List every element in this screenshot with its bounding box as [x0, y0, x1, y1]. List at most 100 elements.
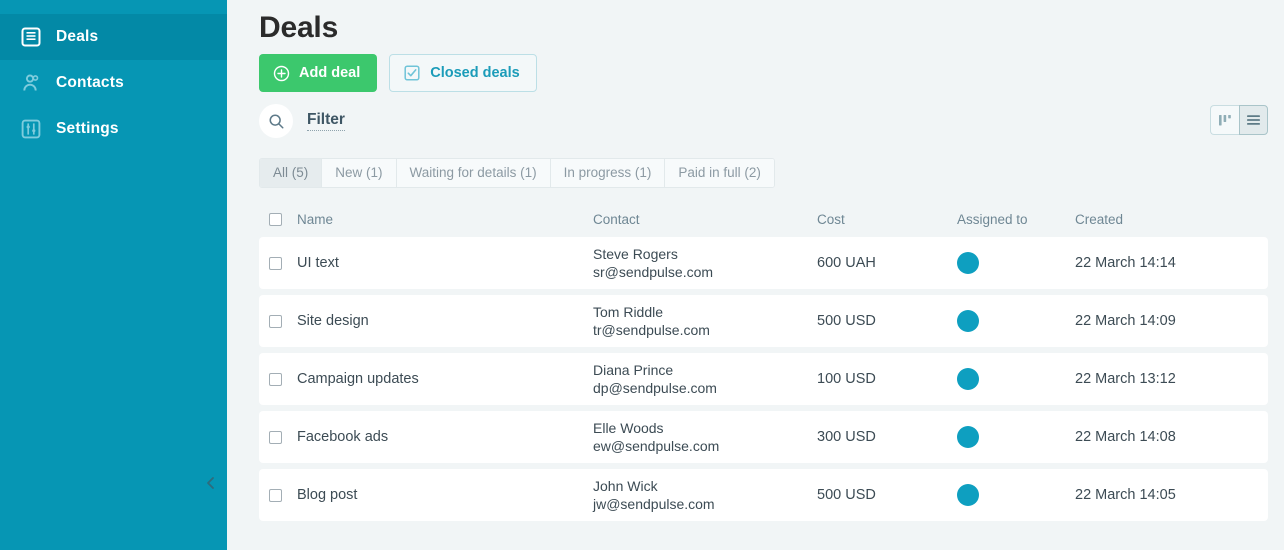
deal-name: Site design: [297, 313, 369, 329]
contact-name: John Wick: [593, 477, 658, 494]
contact-email: jw@sendpulse.com: [593, 495, 715, 512]
row-checkbox[interactable]: [269, 314, 282, 328]
tab-paid-in-full[interactable]: Paid in full (2): [665, 159, 774, 187]
sidebar: Deals Contacts Settings: [0, 0, 227, 550]
list-view-icon: [1246, 114, 1261, 126]
app-root: Deals Contacts Settings Deals Add deal C…: [0, 0, 1284, 550]
deal-created: 22 March 14:05: [1075, 487, 1176, 503]
contact-cell: Tom Riddle tr@sendpulse.com: [593, 303, 817, 340]
assigned-to-cell: [957, 426, 1075, 448]
contact-email: tr@sendpulse.com: [593, 321, 710, 338]
row-checkbox-cell: [269, 488, 297, 502]
contact-name: Elle Woods: [593, 419, 664, 436]
assigned-to-cell: [957, 484, 1075, 506]
kanban-view-button[interactable]: [1210, 105, 1239, 135]
page-title: Deals: [259, 11, 339, 44]
sidebar-item-deals[interactable]: Deals: [0, 14, 227, 60]
row-checkbox-cell: [269, 372, 297, 386]
filter-row: Filter: [259, 104, 1268, 138]
column-header-contact: Contact: [593, 211, 640, 227]
deal-cost: 100 USD: [817, 371, 876, 387]
checkbox-checked-icon: [404, 65, 420, 81]
contact-cell: John Wick jw@sendpulse.com: [593, 477, 817, 514]
sidebar-item-contacts[interactable]: Contacts: [0, 60, 227, 106]
tab-all[interactable]: All (5): [260, 159, 323, 187]
contact-name: Diana Prince: [593, 361, 674, 378]
row-checkbox-cell: [269, 314, 297, 328]
status-tabs: All (5) New (1) Waiting for details (1) …: [259, 158, 775, 188]
table-row[interactable]: UI text Steve Rogers sr@sendpulse.com 60…: [259, 237, 1268, 289]
contact-cell: Elle Woods ew@sendpulse.com: [593, 419, 817, 456]
deal-created: 22 March 14:09: [1075, 313, 1176, 329]
avatar[interactable]: [957, 368, 979, 390]
assigned-to-cell: [957, 310, 1075, 332]
column-header-created: Created: [1075, 211, 1124, 227]
column-header-name: Name: [297, 211, 334, 227]
table-row[interactable]: Site design Tom Riddle tr@sendpulse.com …: [259, 295, 1268, 347]
deal-cost: 300 USD: [817, 429, 876, 445]
deal-cost: 600 UAH: [817, 255, 876, 271]
view-toggle-group: [1210, 105, 1268, 135]
select-all-checkbox-cell: [269, 212, 297, 226]
row-checkbox-cell: [269, 256, 297, 270]
deal-created: 22 March 14:14: [1075, 255, 1176, 271]
tab-in-progress[interactable]: In progress (1): [550, 159, 666, 187]
select-all-checkbox[interactable]: [269, 212, 282, 226]
contacts-user-icon: [20, 72, 42, 94]
row-checkbox[interactable]: [269, 430, 282, 444]
contact-email: ew@sendpulse.com: [593, 437, 720, 454]
row-checkbox[interactable]: [269, 256, 282, 270]
list-view-button[interactable]: [1239, 105, 1268, 135]
avatar[interactable]: [957, 484, 979, 506]
sidebar-item-label: Deals: [56, 28, 99, 45]
closed-deals-button[interactable]: Closed deals: [389, 54, 537, 92]
table-row[interactable]: Campaign updates Diana Prince dp@sendpul…: [259, 353, 1268, 405]
table-row[interactable]: Facebook ads Elle Woods ew@sendpulse.com…: [259, 411, 1268, 463]
sliders-settings-icon: [20, 118, 42, 140]
table-header-row: Name Contact Cost Assigned to Created: [259, 201, 1268, 237]
avatar[interactable]: [957, 252, 979, 274]
deal-cost: 500 USD: [817, 487, 876, 503]
plus-circle-icon: [273, 65, 290, 82]
contact-email: sr@sendpulse.com: [593, 263, 714, 280]
closed-deals-label: Closed deals: [430, 65, 520, 81]
contact-cell: Steve Rogers sr@sendpulse.com: [593, 245, 817, 282]
contact-name: Tom Riddle: [593, 303, 664, 320]
contact-cell: Diana Prince dp@sendpulse.com: [593, 361, 817, 398]
document-list-icon: [20, 26, 42, 48]
search-icon: [268, 113, 285, 130]
column-header-assigned-to: Assigned to: [957, 211, 1028, 227]
deal-cost: 500 USD: [817, 313, 876, 329]
column-header-cost: Cost: [817, 211, 845, 227]
deals-table-body: UI text Steve Rogers sr@sendpulse.com 60…: [259, 237, 1268, 521]
add-deal-button[interactable]: Add deal: [259, 54, 378, 92]
tab-new[interactable]: New (1): [322, 159, 397, 187]
deal-name: Campaign updates: [297, 371, 419, 387]
sidebar-collapse-button[interactable]: [198, 472, 224, 498]
chevron-left-icon: [203, 475, 219, 496]
deal-name: Facebook ads: [297, 429, 389, 445]
assigned-to-cell: [957, 368, 1075, 390]
sidebar-item-settings[interactable]: Settings: [0, 106, 227, 152]
main-content: Deals Add deal Closed deals Filter All (…: [227, 0, 1284, 550]
search-button[interactable]: [259, 104, 293, 138]
deal-name: Blog post: [297, 487, 358, 503]
row-checkbox-cell: [269, 430, 297, 444]
deal-created: 22 March 14:08: [1075, 429, 1176, 445]
row-checkbox[interactable]: [269, 488, 282, 502]
avatar[interactable]: [957, 310, 979, 332]
columns-view-icon: [1218, 114, 1233, 127]
deal-name: UI text: [297, 255, 339, 271]
filter-link[interactable]: Filter: [307, 111, 345, 131]
sidebar-item-label: Settings: [56, 120, 119, 137]
deal-created: 22 March 13:12: [1075, 371, 1176, 387]
action-toolbar: Add deal Closed deals: [259, 54, 1268, 92]
table-row[interactable]: Blog post John Wick jw@sendpulse.com 500…: [259, 469, 1268, 521]
add-deal-label: Add deal: [299, 65, 361, 81]
contact-name: Steve Rogers: [593, 245, 678, 262]
tab-waiting-for-details[interactable]: Waiting for details (1): [396, 159, 551, 187]
avatar[interactable]: [957, 426, 979, 448]
sidebar-item-label: Contacts: [56, 74, 124, 91]
row-checkbox[interactable]: [269, 372, 282, 386]
assigned-to-cell: [957, 252, 1075, 274]
